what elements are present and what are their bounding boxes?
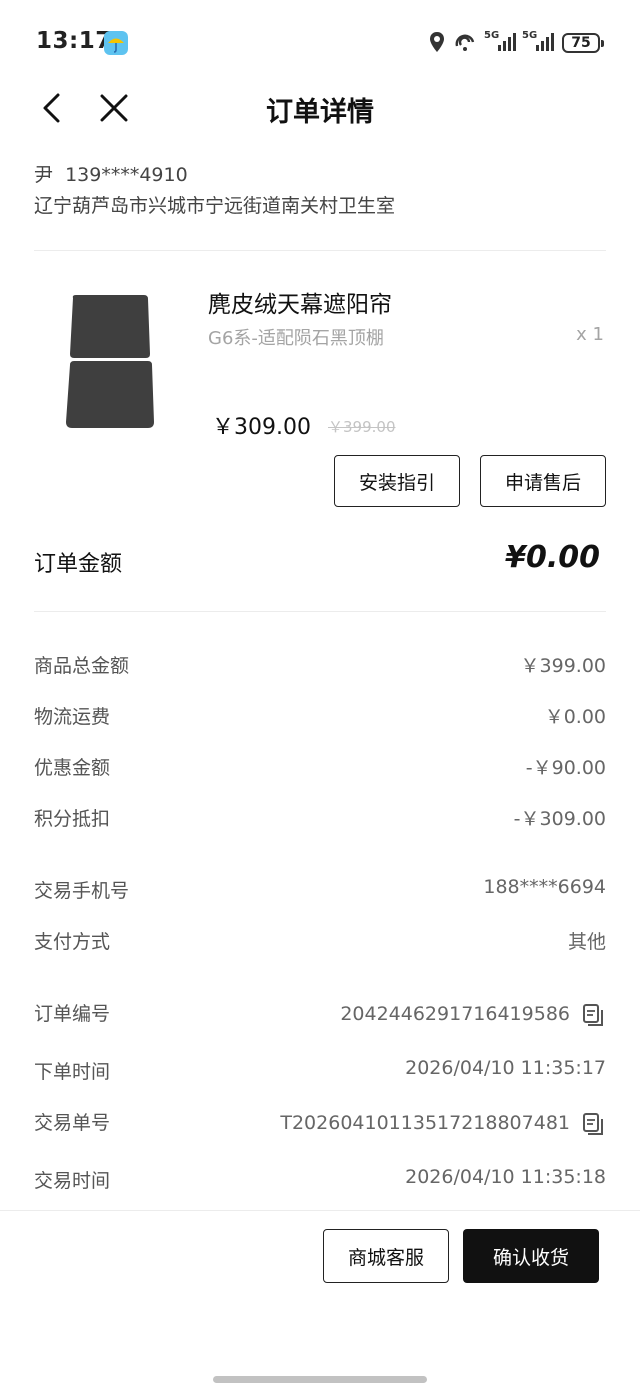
copy-icon[interactable]: [582, 1112, 603, 1135]
customer-service-button[interactable]: 商城客服: [323, 1229, 449, 1283]
payment-method-value: 其他: [567, 931, 606, 953]
after-sales-button[interactable]: 申请售后: [480, 455, 606, 507]
trade-number-value: T2026041011351721880​7481: [280, 1112, 570, 1134]
product-spec: G6系-适配陨石黑顶棚: [208, 328, 384, 349]
divider: [34, 250, 606, 251]
goods-total-label: 商品总金额: [34, 655, 130, 677]
footer-divider: [0, 1210, 640, 1211]
points-value: -￥309.00: [513, 808, 606, 830]
product-name[interactable]: 麂皮绒天幕遮阳帘: [208, 285, 392, 319]
trade-time-label: 交易时间: [34, 1170, 111, 1192]
payment-method-label: 支付方式: [34, 931, 111, 953]
location-icon: [428, 30, 446, 56]
product-image[interactable]: [60, 292, 160, 432]
trade-number-label: 交易单号: [34, 1112, 111, 1134]
discount-label: 优惠金额: [34, 757, 111, 779]
order-time-label: 下单时间: [34, 1061, 111, 1083]
battery-indicator: 75: [562, 33, 604, 53]
order-number-label: 订单编号: [34, 1003, 111, 1025]
recipient-address: 辽宁葫芦岛市兴城市宁远街道南关村卫生室: [34, 195, 396, 217]
trade-phone-label: 交易手机号: [34, 880, 130, 902]
divider: [34, 611, 606, 612]
recipient-name-phone: 尹 139****4910: [34, 164, 188, 186]
shipping-label: 物流运费: [34, 706, 111, 728]
trade-phone-value: 188****6694: [483, 876, 606, 898]
hotspot-icon: [452, 30, 478, 56]
order-number-value: 2042446291716419586: [340, 1003, 570, 1025]
discount-value: -￥90.00: [525, 757, 606, 779]
product-original-price: ￥399.00: [328, 418, 396, 436]
status-time: 13:17: [36, 28, 112, 54]
trade-time-value: 2026/04/10 11:35:18: [405, 1166, 606, 1188]
copy-icon[interactable]: [582, 1003, 603, 1026]
home-indicator[interactable]: [213, 1376, 427, 1383]
order-amount-value: ¥0.00: [505, 540, 600, 575]
points-label: 积分抵扣: [34, 808, 111, 830]
shipping-value: ￥0.00: [544, 706, 606, 728]
order-amount-label: 订单金额: [34, 552, 123, 577]
order-time-value: 2026/04/10 11:35:17: [405, 1057, 606, 1079]
page-title: 订单详情: [266, 97, 374, 128]
confirm-receipt-button[interactable]: 确认收货: [463, 1229, 599, 1283]
install-guide-button[interactable]: 安装指引: [334, 455, 460, 507]
goods-total-value: ￥399.00: [520, 655, 606, 677]
product-quantity: x 1: [576, 324, 604, 345]
umbrella-icon: [104, 31, 128, 55]
product-price: ￥309.00: [212, 415, 311, 440]
